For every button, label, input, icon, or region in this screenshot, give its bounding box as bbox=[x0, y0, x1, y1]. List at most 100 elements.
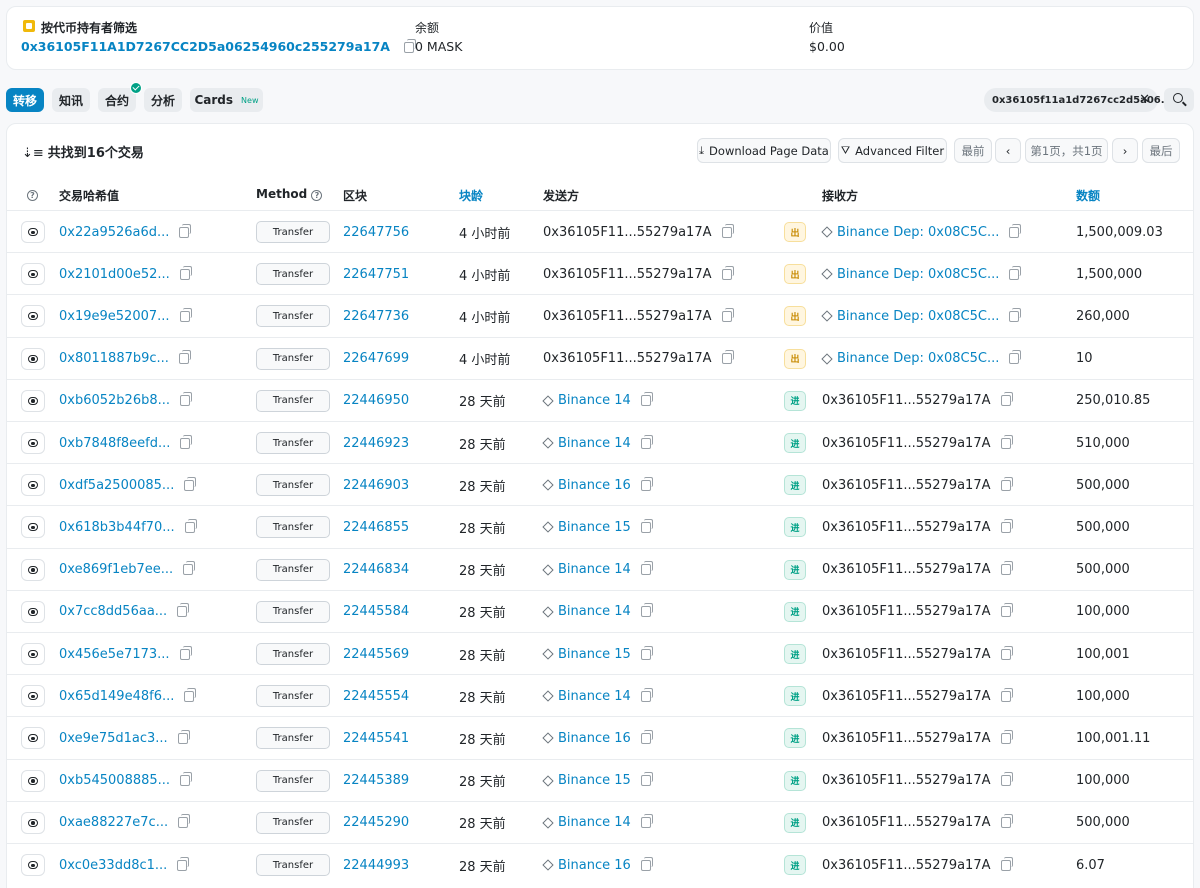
copy-icon[interactable] bbox=[640, 645, 653, 660]
eye-icon[interactable] bbox=[21, 769, 45, 792]
eye-icon[interactable] bbox=[21, 263, 45, 286]
eye-icon[interactable] bbox=[21, 347, 45, 370]
block-link[interactable]: 22647699 bbox=[343, 351, 409, 366]
address-filter-chip[interactable]: 0x36105f11a1d7267cc2d5a06... ✕ bbox=[984, 88, 1172, 112]
copy-icon[interactable] bbox=[179, 645, 192, 660]
copy-icon[interactable] bbox=[178, 350, 191, 365]
block-link[interactable]: 22445389 bbox=[343, 773, 409, 788]
from-address-link[interactable]: Binance 14 bbox=[558, 604, 631, 619]
copy-icon[interactable] bbox=[721, 223, 734, 238]
block-link[interactable]: 22445554 bbox=[343, 689, 409, 704]
to-address-link[interactable]: Binance Dep: 0x08C5C... bbox=[837, 267, 999, 282]
copy-icon[interactable] bbox=[640, 434, 653, 449]
copy-icon[interactable] bbox=[640, 603, 653, 618]
copy-icon[interactable] bbox=[640, 518, 653, 533]
from-address-link[interactable]: Binance 14 bbox=[558, 689, 631, 704]
sort-icon[interactable]: ⇣≡ bbox=[22, 146, 44, 161]
txhash-link[interactable]: 0xc0e33dd8c1... bbox=[59, 858, 167, 873]
copy-icon[interactable] bbox=[640, 392, 653, 407]
holder-address-link[interactable]: 0x36105F11A1D7267CC2D5a06254960c255279a1… bbox=[21, 39, 390, 54]
txhash-link[interactable]: 0xae88227e7c... bbox=[59, 815, 168, 830]
txhash-link[interactable]: 0xb6052b26b8... bbox=[59, 393, 170, 408]
copy-icon[interactable] bbox=[1000, 729, 1013, 744]
eye-icon[interactable] bbox=[21, 305, 45, 328]
block-link[interactable]: 22446834 bbox=[343, 562, 409, 577]
eye-icon[interactable] bbox=[21, 389, 45, 412]
copy-icon[interactable] bbox=[178, 814, 191, 829]
close-icon[interactable]: ✕ bbox=[1139, 92, 1150, 107]
block-link[interactable]: 22446950 bbox=[343, 393, 409, 408]
copy-icon[interactable] bbox=[640, 729, 653, 744]
prev-page-button[interactable]: ‹ bbox=[995, 138, 1021, 163]
copy-icon[interactable] bbox=[177, 856, 190, 871]
last-page-button[interactable]: 最后 bbox=[1142, 138, 1180, 163]
txhash-link[interactable]: 0x2101d00e52... bbox=[59, 267, 170, 282]
copy-icon[interactable] bbox=[1000, 476, 1013, 491]
from-address-link[interactable]: Binance 16 bbox=[558, 858, 631, 873]
txhash-link[interactable]: 0xe869f1eb7ee... bbox=[59, 562, 173, 577]
copy-icon[interactable] bbox=[179, 265, 192, 280]
eye-icon[interactable] bbox=[21, 727, 45, 750]
copy-icon[interactable] bbox=[721, 307, 734, 322]
copy-icon[interactable] bbox=[1000, 772, 1013, 787]
copy-icon[interactable] bbox=[1000, 856, 1013, 871]
copy-icon[interactable] bbox=[721, 350, 734, 365]
question-icon[interactable]: ? bbox=[311, 190, 323, 201]
block-link[interactable]: 22647756 bbox=[343, 225, 409, 240]
copy-icon[interactable] bbox=[179, 223, 192, 238]
from-address-link[interactable]: Binance 15 bbox=[558, 773, 631, 788]
copy-icon[interactable] bbox=[1000, 561, 1013, 576]
copy-icon[interactable] bbox=[1000, 645, 1013, 660]
txhash-link[interactable]: 0x22a9526a6d... bbox=[59, 225, 169, 240]
eye-icon[interactable] bbox=[21, 558, 45, 581]
eye-icon[interactable] bbox=[21, 600, 45, 623]
copy-icon[interactable] bbox=[1000, 518, 1013, 533]
eye-icon[interactable] bbox=[21, 811, 45, 834]
copy-icon[interactable] bbox=[183, 561, 196, 576]
from-address-link[interactable]: Binance 16 bbox=[558, 731, 631, 746]
eye-icon[interactable] bbox=[21, 474, 45, 497]
to-address-link[interactable]: Binance Dep: 0x08C5C... bbox=[837, 225, 999, 240]
copy-icon[interactable] bbox=[721, 265, 734, 280]
txhash-link[interactable]: 0xe9e75d1ac3... bbox=[59, 731, 168, 746]
txhash-link[interactable]: 0x8011887b9c... bbox=[59, 351, 169, 366]
from-address-link[interactable]: Binance 14 bbox=[558, 393, 631, 408]
eye-icon[interactable] bbox=[21, 432, 45, 454]
copy-icon[interactable] bbox=[1009, 223, 1022, 238]
from-address-link[interactable]: Binance 15 bbox=[558, 647, 631, 662]
copy-icon[interactable] bbox=[1009, 350, 1022, 365]
copy-icon[interactable] bbox=[1000, 434, 1013, 449]
txhash-link[interactable]: 0x618b3b44f70... bbox=[59, 520, 175, 535]
txhash-link[interactable]: 0x7cc8dd56aa... bbox=[59, 604, 167, 619]
from-address-link[interactable]: Binance 14 bbox=[558, 436, 631, 451]
eye-icon[interactable] bbox=[21, 685, 45, 708]
next-page-button[interactable]: › bbox=[1112, 138, 1138, 163]
eye-icon[interactable] bbox=[21, 854, 45, 876]
copy-icon[interactable] bbox=[177, 603, 190, 618]
copy-icon[interactable] bbox=[1000, 687, 1013, 702]
copy-icon[interactable] bbox=[1000, 392, 1013, 407]
block-link[interactable]: 22444993 bbox=[343, 858, 409, 873]
copy-icon[interactable] bbox=[1000, 603, 1013, 618]
block-link[interactable]: 22647736 bbox=[343, 309, 409, 324]
txhash-link[interactable]: 0xb7848f8eefd... bbox=[59, 436, 170, 451]
copy-icon[interactable] bbox=[640, 687, 653, 702]
txhash-link[interactable]: 0xb545008885... bbox=[59, 773, 170, 788]
copy-icon[interactable] bbox=[640, 476, 653, 491]
eye-icon[interactable] bbox=[21, 516, 45, 539]
txhash-link[interactable]: 0x456e5e7173... bbox=[59, 647, 170, 662]
copy-icon[interactable] bbox=[1009, 307, 1022, 322]
copy-icon[interactable] bbox=[177, 729, 190, 744]
download-page-data-button[interactable]: ⤓ Download Page Data bbox=[697, 138, 831, 163]
from-address-link[interactable]: Binance 14 bbox=[558, 562, 631, 577]
advanced-filter-button[interactable]: ⛛ Advanced Filter bbox=[838, 138, 947, 163]
copy-icon[interactable] bbox=[179, 307, 192, 322]
copy-icon[interactable] bbox=[180, 772, 193, 787]
question-icon[interactable]: ? bbox=[27, 187, 38, 201]
from-address-link[interactable]: Binance 16 bbox=[558, 478, 631, 493]
search-button[interactable] bbox=[1164, 88, 1194, 112]
copy-icon[interactable] bbox=[640, 856, 653, 871]
copy-icon[interactable] bbox=[184, 518, 197, 533]
block-link[interactable]: 22446855 bbox=[343, 520, 409, 535]
txhash-link[interactable]: 0x19e9e52007... bbox=[59, 309, 170, 324]
